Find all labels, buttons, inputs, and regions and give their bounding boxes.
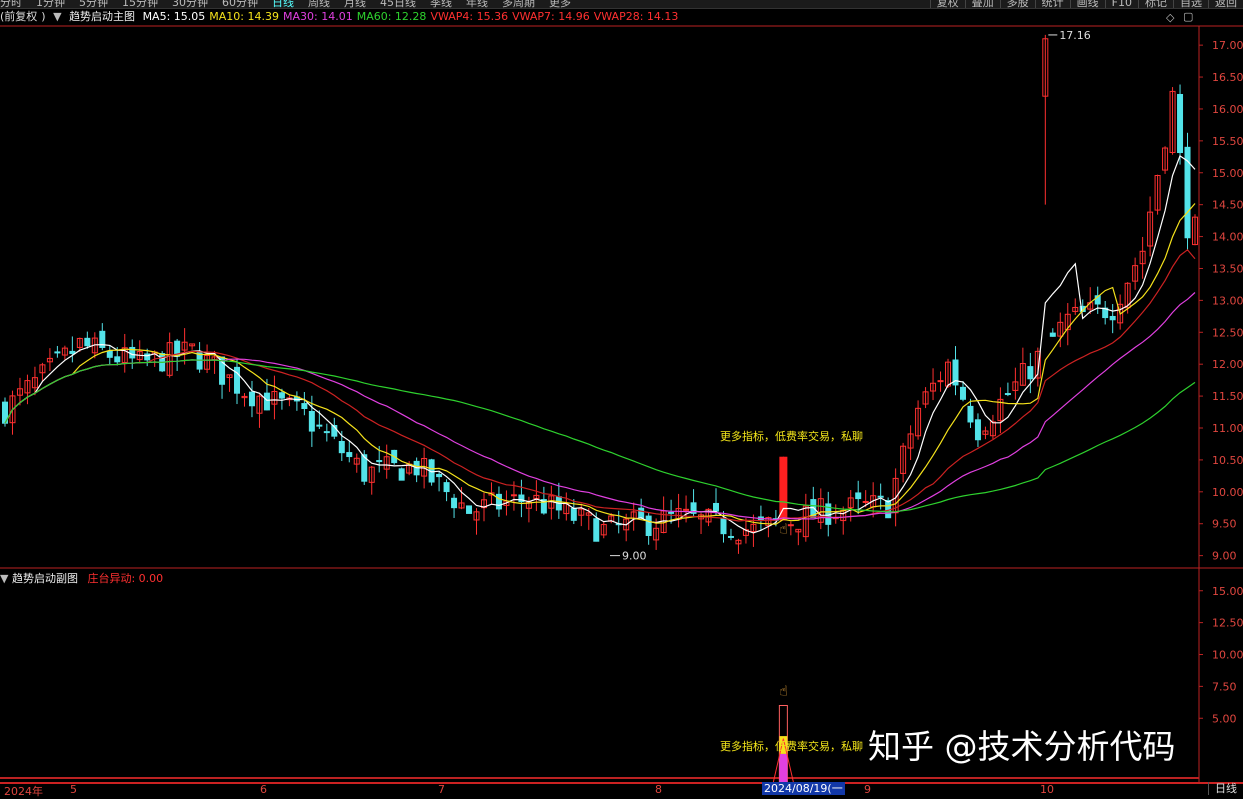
candle-body [967,405,974,423]
x-label-month-8: 8 [655,783,662,796]
candle-body [301,403,308,409]
y-tick-label: 15.00 [1212,167,1243,180]
candle-body [436,473,443,478]
diamond-icon[interactable]: ◇ [1166,11,1174,24]
candle-body [1049,332,1056,337]
chevron-down-icon[interactable]: ▼ [0,572,8,585]
promo-annotation-main: 更多指标，低费率交易，私聊 [720,430,863,443]
sub-y-tick-label: 12.50 [1212,617,1243,630]
promo-annotation-sub: 更多指标，低费率交易，私聊 [720,740,863,753]
hand-pointer-icon: ☝ [779,521,788,537]
candle-body [713,502,720,512]
candle-body [84,337,91,347]
x-label-month-7: 7 [438,783,445,796]
x-label-month-6: 6 [260,783,267,796]
candle-body [495,493,502,510]
vwap-line [4,248,1196,522]
candle-body [645,515,652,536]
hand-pointer-icon: ☝ [779,683,788,699]
candle-body [683,508,690,511]
candle-body [727,535,734,538]
candle-body [570,507,577,521]
candle-body [720,518,727,535]
y-tick-label: 13.50 [1212,262,1243,275]
y-tick-label: 15.50 [1212,135,1243,148]
candle-body [466,505,473,514]
candle-body [451,497,458,509]
candle-body [114,356,121,363]
candle-body [443,482,450,493]
candle-body [106,350,113,358]
x-label-month-10: 10 [1040,783,1054,796]
candle-body [323,431,330,434]
y-tick-label: 12.50 [1212,326,1243,339]
x-label-year: 2024年 [4,785,43,798]
crosshair-date-tip: 2024/08/19(一 [762,782,845,795]
high-label: 17.16 [1059,29,1091,42]
sub-y-tick-label: 10.00 [1212,649,1243,662]
y-tick-label: 11.00 [1212,422,1243,435]
y-tick-label: 10.50 [1212,454,1243,467]
candle-body [69,350,76,354]
ma10-line [4,203,1196,525]
candle-body [308,410,315,432]
y-tick-label: 12.00 [1212,358,1243,371]
candle-body [855,492,862,500]
period-button[interactable]: 日线 [1208,782,1243,795]
sub-y-tick-label: 5.00 [1212,712,1237,725]
candle-body [1027,366,1034,380]
low-label: 9.00 [622,550,647,563]
signal-candle [779,456,788,521]
candle-body [316,424,323,427]
sub-y-tick-label: 15.00 [1212,585,1243,598]
y-tick-label: 11.50 [1212,390,1243,403]
sub-legend: ▼ 趋势启动副图 庄台异动: 0.00 [0,572,163,586]
window-toggle-icon[interactable]: ▢ [1183,10,1193,23]
y-tick-label: 10.00 [1212,486,1243,499]
y-tick-label: 9.50 [1212,518,1237,531]
y-tick-label: 16.50 [1212,71,1243,84]
y-tick-label: 16.00 [1212,103,1243,116]
candle-body [278,392,285,399]
candle-body [510,494,517,497]
candle-body [885,500,892,519]
candle-body [263,392,270,411]
x-label-month-5: 5 [70,783,77,796]
x-label-month-9: 9 [864,783,871,796]
candle-body [638,507,645,519]
candle-body [338,440,345,454]
sub-indicator-name[interactable]: 趋势启动副图 [12,572,78,585]
sub-item-label: 庄台异动: 0.00 [87,572,164,585]
ma60-line [4,359,1196,513]
price-chart[interactable]: 17.00 16.50 16.00 15.50 15.00 14.50 14.00 13.50… [0,0,1243,795]
candle-body [54,351,61,354]
sub-y-tick-label: 7.50 [1212,680,1237,693]
y-tick-label: 17.00 [1212,39,1243,52]
watermark: 知乎 @技术分析代码 [868,727,1176,766]
candle-body [668,511,675,514]
candle-body [1004,393,1011,396]
y-tick-label: 9.00 [1212,550,1237,563]
candle-body [1109,315,1116,321]
candle-body [398,468,405,481]
y-tick-label: 14.00 [1212,231,1243,244]
candle-body [787,524,794,527]
sub-signal-magenta [779,753,788,782]
candle-body [877,495,884,498]
candle-body [1177,93,1184,154]
candle-body [248,391,255,407]
candle-body [974,419,981,441]
candle-body [959,386,966,400]
ma5-line [4,154,1196,534]
candle-body [346,452,353,458]
y-tick-label: 14.50 [1212,199,1243,212]
candle-body [593,518,600,542]
candle-body [862,500,869,503]
y-tick-label: 13.00 [1212,294,1243,307]
candle-body [376,460,383,463]
